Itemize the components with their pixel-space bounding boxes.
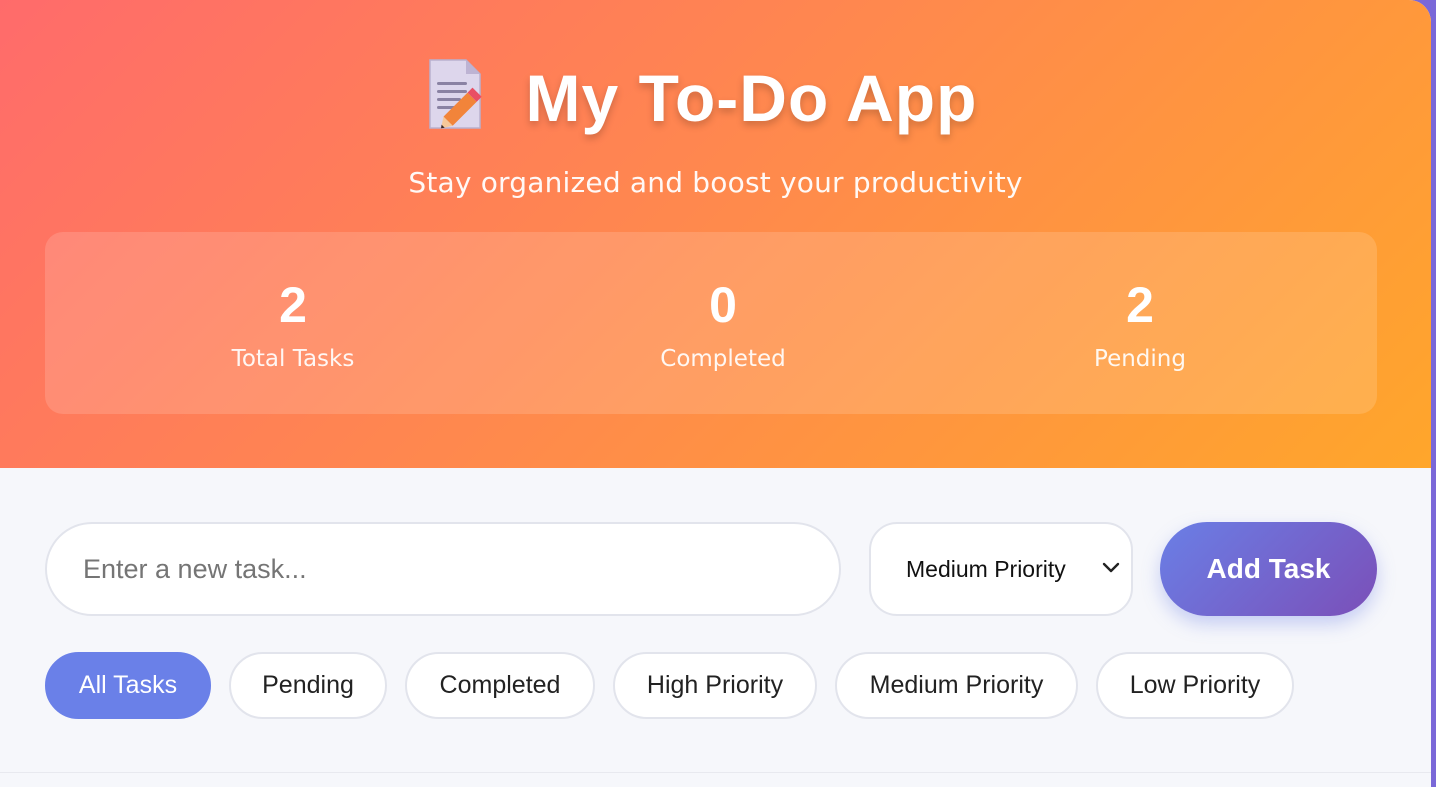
stat-value: 2 (279, 277, 307, 333)
add-task-row: Medium Priority Add Task (45, 522, 1377, 616)
page-title: My To-Do App (525, 61, 978, 135)
stats-panel: 2 Total Tasks 0 Completed 2 Pending (45, 232, 1377, 414)
title-row: My To-Do App (0, 56, 1431, 132)
stat-label: Completed (660, 346, 786, 372)
divider (0, 772, 1431, 773)
memo-icon (428, 59, 482, 129)
filter-all-tasks[interactable]: All Tasks (45, 652, 211, 719)
stat-label: Pending (1094, 346, 1186, 372)
filter-completed[interactable]: Completed (405, 652, 595, 719)
app-header: My To-Do App Stay organized and boost yo… (0, 0, 1431, 468)
add-task-button[interactable]: Add Task (1160, 522, 1377, 616)
task-input[interactable] (45, 522, 841, 616)
stat-value: 2 (1126, 277, 1154, 333)
filter-low-priority[interactable]: Low Priority (1096, 652, 1294, 719)
app-container: My To-Do App Stay organized and boost yo… (0, 0, 1431, 787)
stat-value: 0 (709, 277, 737, 333)
chevron-down-icon (1102, 562, 1120, 573)
filter-high-priority[interactable]: High Priority (613, 652, 817, 719)
priority-select-value: Medium Priority (906, 555, 1066, 582)
stat-label: Total Tasks (231, 346, 355, 372)
filter-medium-priority[interactable]: Medium Priority (835, 652, 1078, 719)
page-subtitle: Stay organized and boost your productivi… (408, 166, 1023, 199)
filter-pending[interactable]: Pending (229, 652, 387, 719)
priority-select[interactable]: Medium Priority (869, 522, 1133, 616)
